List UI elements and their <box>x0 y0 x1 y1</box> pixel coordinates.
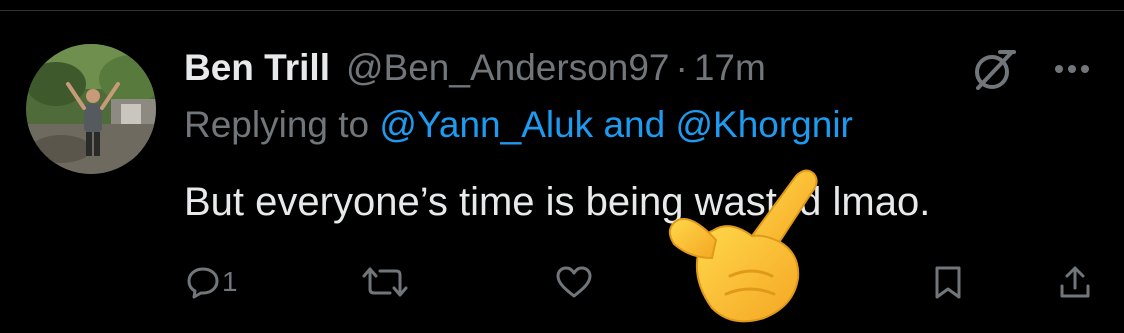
bookmark-icon <box>935 266 961 299</box>
retweet-icon <box>362 267 408 297</box>
grok-icon[interactable] <box>970 48 1018 92</box>
user-handle[interactable]: @Ben_Anderson97 <box>346 47 670 89</box>
mention-link-2[interactable]: @Khorgnir <box>675 104 852 145</box>
bookmark-button[interactable] <box>933 262 963 302</box>
replying-to-label: Replying to <box>184 104 370 145</box>
separator-dot: · <box>675 47 688 88</box>
share-icon <box>1060 266 1090 298</box>
tweet-header: Ben Trill @Ben_Anderson97 · 17m <box>184 44 766 92</box>
reply-icon <box>187 267 219 299</box>
avatar[interactable] <box>26 44 156 174</box>
mention-joiner: and <box>603 104 666 145</box>
more-icon[interactable] <box>1050 54 1094 84</box>
replying-to-line: Replying to @Yann_Aluk and @Khorgnir <box>184 104 853 146</box>
retweet-button[interactable] <box>362 262 408 302</box>
pointing-hand-emoji-icon <box>660 158 830 328</box>
mention-link-1[interactable]: @Yann_Aluk <box>379 104 593 145</box>
top-divider <box>0 10 1124 11</box>
reply-button[interactable]: 1 <box>186 262 238 302</box>
share-button[interactable] <box>1058 262 1092 302</box>
heart-icon <box>556 266 592 298</box>
like-button[interactable] <box>555 262 593 302</box>
timestamp[interactable]: 17m <box>694 47 766 89</box>
display-name[interactable]: Ben Trill <box>184 47 330 89</box>
reply-count: 1 <box>222 266 238 297</box>
